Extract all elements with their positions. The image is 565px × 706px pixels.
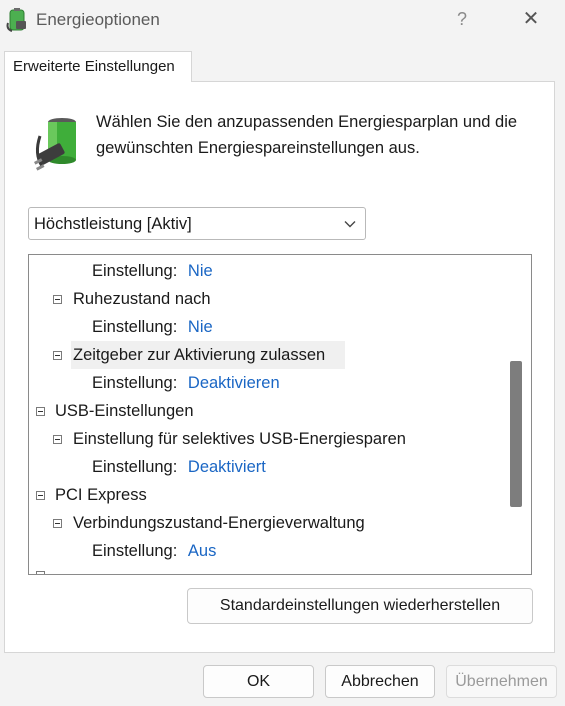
tree-row: Einstellung: Deaktivieren: [92, 369, 280, 397]
tree-node-label: Ruhezustand nach: [73, 290, 211, 308]
tab-advanced-settings[interactable]: Erweiterte Einstellungen: [4, 51, 192, 82]
tree-row[interactable]: PCI Express: [55, 481, 147, 509]
power-plan-value: Höchstleistung [Aktiv]: [34, 215, 192, 233]
close-button[interactable]: ✕: [516, 5, 546, 33]
tree-row: Einstellung: Aus: [92, 537, 216, 565]
title-bar: Energieoptionen ? ✕: [0, 0, 565, 40]
tree-row[interactable]: USB-Einstellungen: [55, 397, 194, 425]
setting-value[interactable]: Nie: [188, 318, 213, 336]
chevron-down-icon: [344, 221, 356, 228]
setting-value[interactable]: Deaktiviert: [188, 458, 266, 476]
tree-node-label: Zeitgeber zur Aktivierung zulassen: [73, 346, 326, 364]
tree-row[interactable]: Einstellung für selektives USB-Energiesp…: [73, 425, 406, 453]
tree-row[interactable]: Verbindungszustand-Energieverwaltung: [73, 509, 365, 537]
tree-node-label: Verbindungszustand-Energieverwaltung: [73, 514, 365, 532]
tree-row: Einstellung: Nie: [92, 257, 213, 285]
tree-row-selected[interactable]: Zeitgeber zur Aktivierung zulassen: [71, 341, 345, 369]
collapse-icon[interactable]: [53, 519, 62, 528]
power-plan-dropdown[interactable]: Höchstleistung [Aktiv]: [28, 207, 366, 240]
tree-node-label: PCI Express: [55, 486, 147, 504]
scrollbar-thumb[interactable]: [510, 361, 522, 507]
setting-label: Einstellung:: [92, 262, 178, 280]
power-plan-icon: [33, 118, 76, 171]
setting-value[interactable]: Deaktivieren: [188, 374, 280, 392]
window-title: Energieoptionen: [36, 10, 160, 29]
cancel-button[interactable]: Abbrechen: [325, 665, 435, 698]
tree-node-label: USB-Einstellungen: [55, 402, 194, 420]
intro-text: Wählen Sie den anzupassenden Energiespar…: [96, 113, 518, 157]
apply-button[interactable]: Übernehmen: [446, 665, 557, 698]
collapse-icon[interactable]: [36, 491, 45, 500]
setting-label: Einstellung:: [92, 318, 178, 336]
collapse-icon[interactable]: [53, 435, 62, 444]
tree-node-label: Einstellung für selektives USB-Energiesp…: [73, 430, 406, 448]
setting-label: Einstellung:: [92, 374, 178, 392]
collapse-icon[interactable]: [53, 351, 62, 360]
setting-value[interactable]: Nie: [188, 262, 213, 280]
tree-row: Einstellung: Deaktiviert: [92, 453, 266, 481]
setting-label: Einstellung:: [92, 458, 178, 476]
battery-plug-icon: [6, 8, 26, 32]
restore-defaults-button[interactable]: Standardeinstellungen wiederherstellen: [187, 588, 533, 624]
settings-tree[interactable]: Einstellung: Nie Ruhezustand nach Einste…: [28, 254, 532, 575]
tree-row[interactable]: Ruhezustand nach: [73, 285, 211, 313]
collapse-icon[interactable]: [36, 571, 45, 574]
setting-label: Einstellung:: [92, 542, 178, 560]
collapse-icon[interactable]: [36, 407, 45, 416]
tree-row: Einstellung: Nie: [92, 313, 213, 341]
help-button[interactable]: ?: [448, 5, 476, 33]
setting-value[interactable]: Aus: [188, 542, 216, 560]
collapse-icon[interactable]: [53, 295, 62, 304]
ok-button[interactable]: OK: [203, 665, 314, 698]
